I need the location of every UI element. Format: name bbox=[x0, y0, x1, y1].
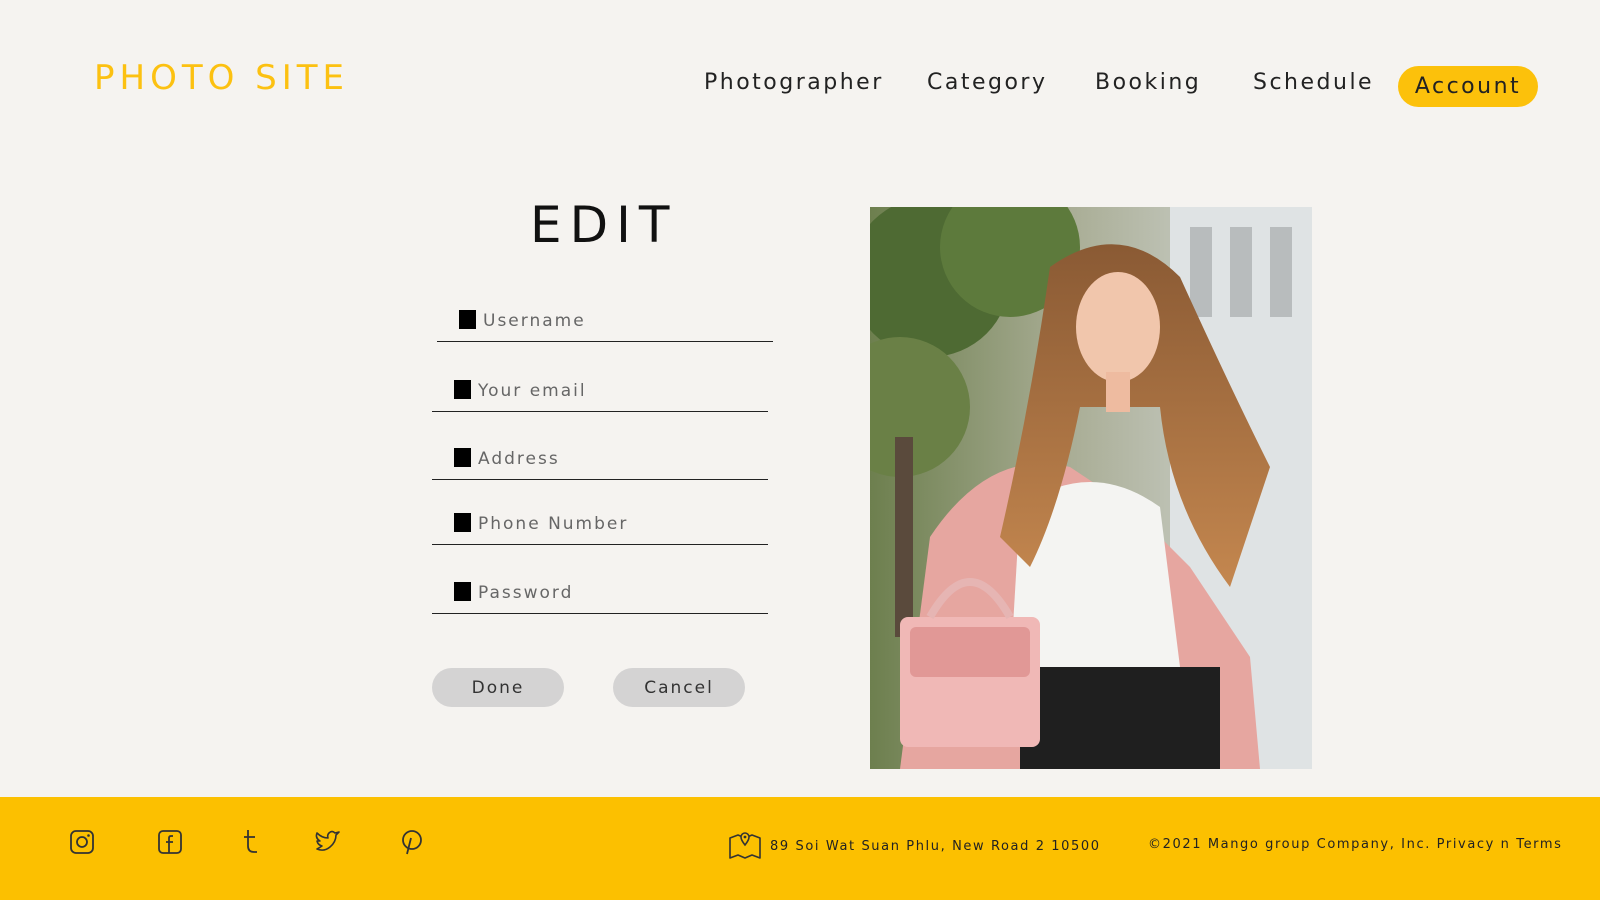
cancel-button[interactable]: Cancel bbox=[613, 668, 745, 707]
nav-category[interactable]: Category bbox=[927, 70, 1048, 95]
footer: 89 Soi Wat Suan Phlu, New Road 2 10500 ©… bbox=[0, 797, 1600, 900]
email-field[interactable]: Your email bbox=[432, 372, 768, 412]
pinterest-icon[interactable] bbox=[397, 827, 427, 857]
field-marker-icon bbox=[459, 310, 476, 329]
done-button[interactable]: Done bbox=[432, 668, 564, 707]
site-logo[interactable]: PHOTO SITE bbox=[94, 58, 349, 98]
nav-booking[interactable]: Booking bbox=[1095, 70, 1201, 95]
phone-placeholder: Phone Number bbox=[478, 514, 629, 534]
twitter-icon[interactable] bbox=[313, 827, 343, 857]
footer-address: 89 Soi Wat Suan Phlu, New Road 2 10500 bbox=[770, 839, 1101, 854]
address-field[interactable]: Address bbox=[432, 440, 768, 480]
phone-field[interactable]: Phone Number bbox=[432, 505, 768, 545]
facebook-icon[interactable] bbox=[155, 827, 185, 857]
field-marker-icon bbox=[454, 380, 471, 399]
nav-account-button[interactable]: Account bbox=[1398, 66, 1538, 107]
instagram-icon[interactable] bbox=[67, 827, 97, 857]
email-placeholder: Your email bbox=[478, 381, 587, 401]
map-pin-icon bbox=[728, 830, 762, 860]
model-photo bbox=[870, 207, 1312, 769]
password-field[interactable]: Password bbox=[432, 574, 768, 614]
username-placeholder: Username bbox=[483, 311, 586, 331]
field-marker-icon bbox=[454, 448, 471, 467]
nav-photographer[interactable]: Photographer bbox=[704, 70, 884, 95]
address-placeholder: Address bbox=[478, 449, 560, 469]
page-title: EDIT bbox=[530, 196, 678, 254]
username-field[interactable]: Username bbox=[437, 302, 773, 342]
nav-schedule[interactable]: Schedule bbox=[1253, 70, 1374, 95]
field-marker-icon bbox=[454, 513, 471, 532]
password-placeholder: Password bbox=[478, 583, 574, 603]
field-marker-icon bbox=[454, 582, 471, 601]
footer-copyright[interactable]: ©2021 Mango group Company, Inc. Privacy … bbox=[1148, 837, 1563, 852]
tumblr-icon[interactable] bbox=[235, 827, 265, 857]
